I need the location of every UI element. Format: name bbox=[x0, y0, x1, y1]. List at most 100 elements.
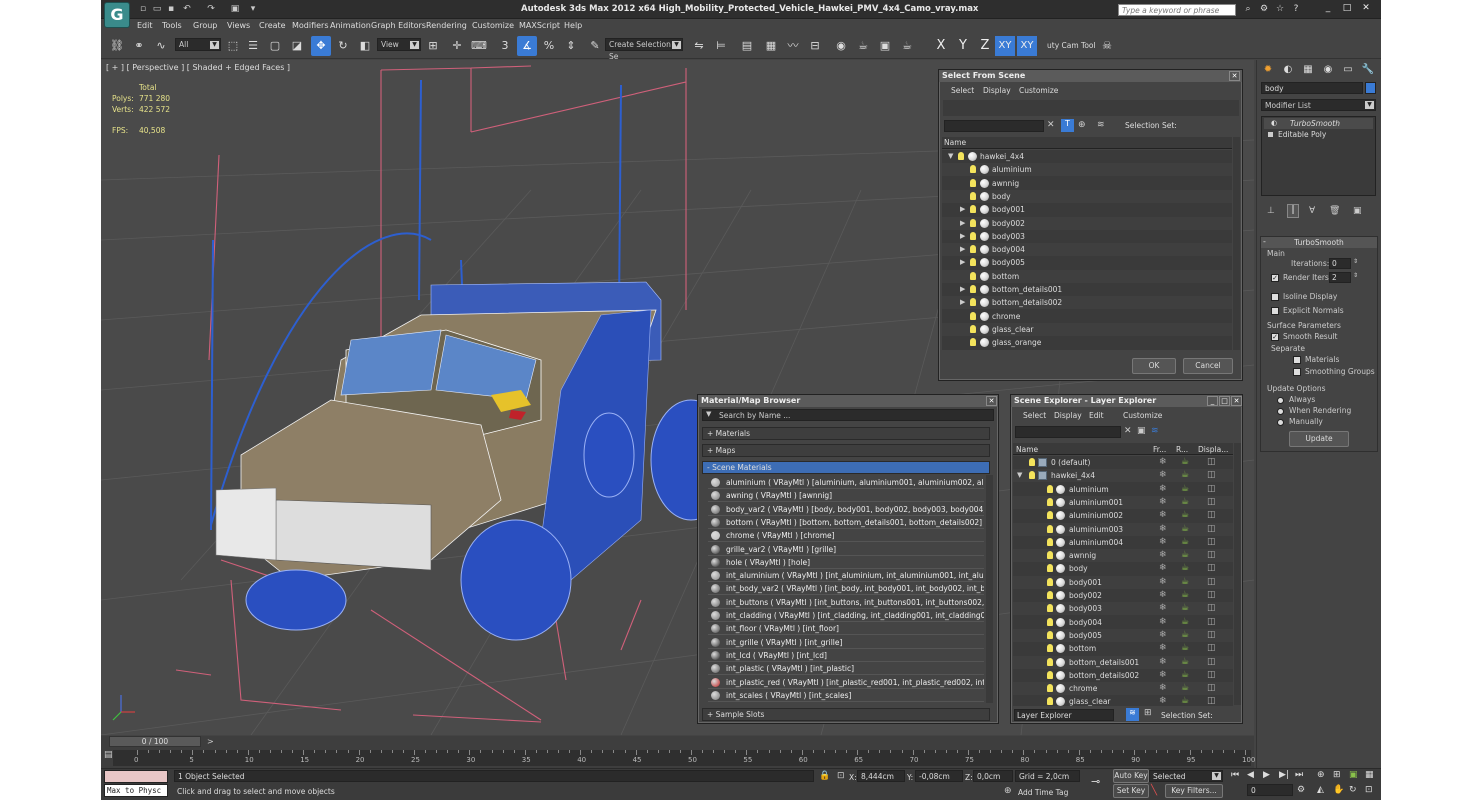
viewport-label[interactable]: [ + ] [ Perspective ] [ Shaded + Edged F… bbox=[106, 63, 290, 72]
collapse-arrow-icon[interactable]: ▼ bbox=[1017, 469, 1022, 482]
restrict-z-button[interactable]: Z bbox=[975, 36, 995, 56]
scrollbar[interactable] bbox=[1234, 443, 1241, 705]
minimize-button[interactable]: _ bbox=[1319, 2, 1337, 15]
maximize-icon[interactable]: □ bbox=[1219, 396, 1230, 406]
select-object-icon[interactable]: ⬚ bbox=[223, 36, 243, 56]
zoom-icon[interactable]: ⊕ bbox=[1317, 770, 1325, 780]
menu-views[interactable]: Views bbox=[227, 21, 250, 30]
light-bulb-icon[interactable] bbox=[1047, 524, 1053, 533]
render-production-icon[interactable]: ☕ bbox=[897, 36, 917, 56]
time-slider-next-icon[interactable]: > bbox=[207, 737, 216, 746]
select-by-name-icon[interactable]: ☰ bbox=[243, 36, 263, 56]
make-unique-icon[interactable]: ∀ bbox=[1309, 206, 1315, 216]
display-toggle-icon[interactable]: ◫ bbox=[1207, 509, 1216, 522]
material-item[interactable]: chrome ( VRayMtl ) [chrome] bbox=[708, 529, 984, 543]
display-toggle-icon[interactable]: ◫ bbox=[1207, 523, 1216, 536]
spinner-arrows-icon[interactable]: ⇕ bbox=[1353, 258, 1358, 265]
object-name-field[interactable]: body bbox=[1261, 82, 1363, 94]
dialog-menu-select[interactable]: Select bbox=[951, 86, 974, 95]
layer-find-field[interactable] bbox=[1015, 426, 1121, 438]
configure-sets-icon[interactable]: ▣ bbox=[1353, 206, 1362, 216]
list-item[interactable]: ▼ hawkei_4x4 bbox=[942, 150, 1232, 163]
light-bulb-icon[interactable] bbox=[970, 298, 976, 307]
redo-icon[interactable]: ↷ bbox=[205, 3, 217, 15]
when-rendering-radio[interactable] bbox=[1277, 408, 1284, 415]
list-item[interactable]: body bbox=[942, 189, 1232, 203]
freeze-toggle-icon[interactable]: ❄ bbox=[1159, 509, 1167, 522]
goto-end-icon[interactable]: ⏭ bbox=[1295, 770, 1303, 780]
schematic-view-icon[interactable]: ⊟ bbox=[805, 36, 825, 56]
stack-item-turbosmooth[interactable]: TurboSmooth bbox=[1264, 118, 1373, 129]
list-item[interactable]: ▶ body005 bbox=[942, 256, 1232, 270]
expand-arrow-icon[interactable]: ▶ bbox=[960, 256, 965, 269]
close-icon[interactable]: ✕ bbox=[1231, 396, 1242, 406]
light-bulb-icon[interactable] bbox=[1047, 617, 1053, 626]
pin-stack-icon[interactable]: ⊥ bbox=[1267, 206, 1275, 216]
sample-slots-section[interactable]: + Sample Slots bbox=[702, 708, 990, 721]
expand-arrow-icon[interactable]: ▶ bbox=[960, 243, 965, 256]
layer-tree-item[interactable]: chrome ❄ ☕ ◫ bbox=[1013, 682, 1233, 696]
menu-modifiers[interactable]: Modifiers bbox=[292, 21, 329, 30]
light-bulb-icon[interactable] bbox=[1029, 458, 1035, 466]
light-bulb-icon[interactable] bbox=[970, 324, 976, 333]
close-button[interactable]: ✕ bbox=[1357, 2, 1375, 15]
restrict-x-button[interactable]: X bbox=[931, 36, 951, 56]
renderable-toggle-icon[interactable]: ☕ bbox=[1181, 509, 1189, 522]
display-toggle-icon[interactable]: ◫ bbox=[1207, 656, 1216, 669]
modifier-stack[interactable]: TurboSmooth ◐ Editable Poly bbox=[1261, 116, 1376, 196]
curve-editor-icon[interactable]: 〰 bbox=[783, 36, 803, 56]
pan-icon[interactable]: ✋ bbox=[1333, 785, 1344, 795]
list-item[interactable]: ▶ body001 bbox=[942, 203, 1232, 217]
menu-graph-editors[interactable]: Graph Editors bbox=[371, 21, 426, 30]
freeze-toggle-icon[interactable]: ❄ bbox=[1159, 456, 1167, 469]
zoom-extents-icon[interactable]: ▣ bbox=[1349, 770, 1358, 780]
freeze-toggle-icon[interactable]: ❄ bbox=[1159, 536, 1167, 549]
light-bulb-icon[interactable] bbox=[970, 178, 976, 187]
scrollbar[interactable] bbox=[986, 475, 993, 703]
display-toggle-icon[interactable]: ◫ bbox=[1207, 642, 1216, 655]
light-bulb-icon[interactable] bbox=[1047, 670, 1053, 679]
freeze-toggle-icon[interactable]: ❄ bbox=[1159, 469, 1167, 482]
freeze-toggle-icon[interactable]: ❄ bbox=[1159, 483, 1167, 496]
freeze-toggle-icon[interactable]: ❄ bbox=[1159, 682, 1167, 695]
renderable-toggle-icon[interactable]: ☕ bbox=[1181, 549, 1189, 562]
spinner-arrows-icon[interactable]: ⇕ bbox=[1353, 272, 1358, 279]
expand-arrow-icon[interactable]: ▶ bbox=[960, 283, 965, 296]
reference-coordinate-dropdown[interactable]: View ▼ bbox=[377, 38, 421, 51]
find-field[interactable] bbox=[944, 120, 1044, 132]
freeze-toggle-icon[interactable]: ❄ bbox=[1159, 629, 1167, 642]
menu-edit[interactable]: Edit bbox=[137, 21, 153, 30]
y-coordinate-field[interactable]: -0,08cm bbox=[915, 770, 963, 782]
maximize-button[interactable]: □ bbox=[1338, 2, 1356, 15]
clear-find-icon[interactable]: ✕ bbox=[1124, 426, 1132, 436]
layer-manager-icon[interactable]: ▤ bbox=[737, 36, 757, 56]
selection-filter-dropdown[interactable]: All ▼ bbox=[175, 38, 221, 51]
renderable-toggle-icon[interactable]: ☕ bbox=[1181, 616, 1189, 629]
light-bulb-icon[interactable] bbox=[1047, 644, 1053, 653]
time-tag-icon[interactable]: ⊕ bbox=[1004, 786, 1012, 796]
display-toggle-icon[interactable]: ◫ bbox=[1207, 589, 1216, 602]
material-item[interactable]: int_cladding ( VRayMtl ) [int_cladding, … bbox=[708, 609, 984, 622]
maxscript-listener-pink[interactable] bbox=[104, 770, 168, 783]
freeze-toggle-icon[interactable]: ❄ bbox=[1159, 562, 1167, 575]
percent-snap-icon[interactable]: % bbox=[539, 36, 559, 56]
layer-tree-item[interactable]: glass_clear ❄ ☕ ◫ bbox=[1013, 695, 1233, 706]
utilities-tab-icon[interactable]: 🔧 bbox=[1361, 63, 1375, 77]
display-toggle-icon[interactable]: ◫ bbox=[1207, 629, 1216, 642]
name-column-header[interactable]: Name bbox=[942, 137, 1232, 149]
display-tab-icon[interactable]: ▭ bbox=[1341, 63, 1355, 77]
list-item[interactable]: bottom bbox=[942, 269, 1232, 283]
collapse-arrow-icon[interactable]: ▼ bbox=[948, 150, 953, 163]
dialog-menu-edit[interactable]: Edit bbox=[1089, 411, 1104, 420]
layer-tree-item[interactable]: bottom ❄ ☕ ◫ bbox=[1013, 642, 1233, 656]
star-icon[interactable]: ☆ bbox=[1274, 3, 1286, 15]
material-item[interactable]: grille_var2 ( VRayMtl ) [grille] bbox=[708, 543, 984, 556]
time-slider[interactable]: 0 / 100 bbox=[109, 736, 201, 747]
subscription-icon[interactable]: ⚙ bbox=[1258, 3, 1270, 15]
material-item[interactable]: int_floor ( VRayMtl ) [int_floor] bbox=[708, 622, 984, 636]
renderable-toggle-icon[interactable]: ☕ bbox=[1181, 562, 1189, 575]
light-bulb-icon[interactable] bbox=[958, 152, 964, 160]
menu-group[interactable]: Group bbox=[193, 21, 217, 30]
absolute-mode-icon[interactable]: ⊡ bbox=[837, 771, 845, 781]
motion-tab-icon[interactable]: ◉ bbox=[1321, 63, 1335, 77]
